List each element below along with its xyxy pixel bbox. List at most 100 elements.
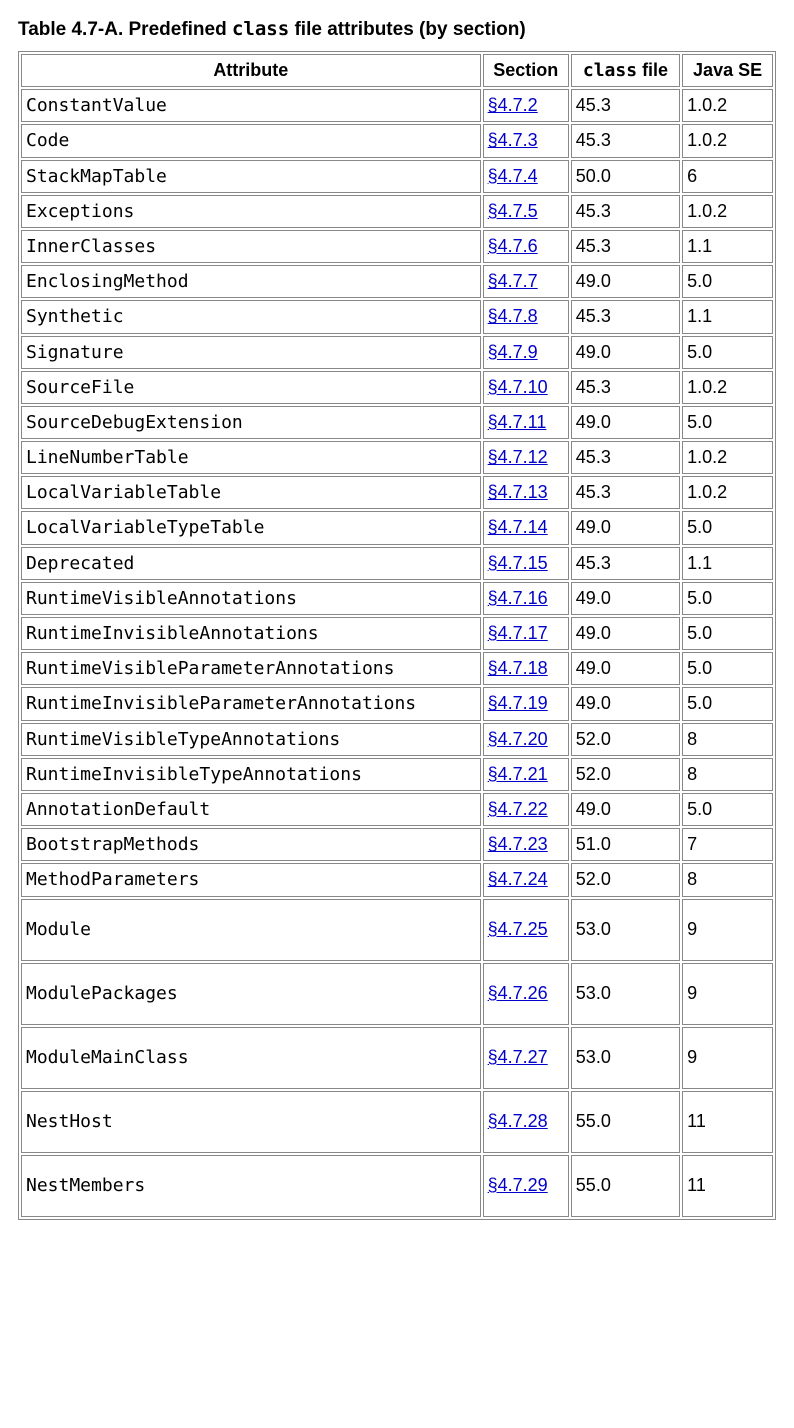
javase-cell: 8 [682,758,773,791]
section-cell: §4.7.28 [483,1091,569,1153]
javase-cell: 5.0 [682,793,773,826]
table-row: SourceDebugExtension§4.7.1149.05.0 [21,406,773,439]
section-link[interactable]: §4.7.3 [488,130,538,150]
section-link[interactable]: §4.7.11 [488,412,547,432]
section-cell: §4.7.24 [483,863,569,896]
section-link[interactable]: §4.7.18 [488,658,548,678]
javase-cell: 11 [682,1155,773,1217]
section-link[interactable]: §4.7.12 [488,447,548,467]
classfile-cell: 49.0 [571,406,680,439]
attribute-cell: LocalVariableTable [21,476,481,509]
section-link[interactable]: §4.7.29 [488,1175,548,1195]
javase-cell: 1.0.2 [682,476,773,509]
table-row: StackMapTable§4.7.450.06 [21,160,773,193]
classfile-cell: 45.3 [571,300,680,333]
classfile-cell: 53.0 [571,963,680,1025]
section-cell: §4.7.7 [483,265,569,298]
classfile-cell: 51.0 [571,828,680,861]
section-link[interactable]: §4.7.17 [488,623,548,643]
section-cell: §4.7.11 [483,406,569,439]
classfile-cell: 45.3 [571,547,680,580]
attribute-cell: Synthetic [21,300,481,333]
section-link[interactable]: §4.7.10 [488,377,548,397]
attribute-cell: NestHost [21,1091,481,1153]
table-row: ModuleMainClass§4.7.2753.09 [21,1027,773,1089]
table-row: RuntimeVisibleAnnotations§4.7.1649.05.0 [21,582,773,615]
section-cell: §4.7.15 [483,547,569,580]
section-link[interactable]: §4.7.22 [488,799,548,819]
section-link[interactable]: §4.7.24 [488,869,548,889]
javase-cell: 1.0.2 [682,441,773,474]
table-row: EnclosingMethod§4.7.749.05.0 [21,265,773,298]
table-row: Code§4.7.345.31.0.2 [21,124,773,157]
classfile-cell: 52.0 [571,758,680,791]
classfile-cell: 49.0 [571,582,680,615]
javase-cell: 9 [682,963,773,1025]
section-link[interactable]: §4.7.4 [488,166,538,186]
classfile-cell: 45.3 [571,441,680,474]
section-cell: §4.7.12 [483,441,569,474]
col-section: Section [483,54,569,87]
classfile-cell: 55.0 [571,1155,680,1217]
table-row: Deprecated §4.7.15 45.31.1 [21,547,773,580]
section-link[interactable]: §4.7.16 [488,588,548,608]
section-link[interactable]: §4.7.21 [488,764,548,784]
attribute-cell: ConstantValue [21,89,481,122]
attribute-cell: Signature [21,336,481,369]
table-row: AnnotationDefault§4.7.2249.05.0 [21,793,773,826]
javase-cell: 9 [682,1027,773,1089]
table-row: RuntimeVisibleParameterAnnotations§4.7.1… [21,652,773,685]
section-link[interactable]: §4.7.23 [488,834,548,854]
attribute-cell: RuntimeInvisibleParameterAnnotations [21,687,481,720]
attribute-cell: SourceDebugExtension [21,406,481,439]
section-link[interactable]: §4.7.19 [488,693,548,713]
table-row: SourceFile§4.7.1045.31.0.2 [21,371,773,404]
section-link[interactable]: §4.7.8 [488,306,538,326]
section-cell: §4.7.27 [483,1027,569,1089]
attribute-cell: RuntimeVisibleTypeAnnotations [21,723,481,756]
section-link[interactable]: §4.7.5 [488,201,538,221]
section-link[interactable]: §4.7.6 [488,236,538,256]
section-link[interactable]: §4.7.14 [488,517,548,537]
javase-cell: 1.1 [682,547,773,580]
javase-cell: 11 [682,1091,773,1153]
classfile-cell: 52.0 [571,863,680,896]
section-cell: §4.7.18 [483,652,569,685]
attribute-cell: Module [21,899,481,961]
javase-cell: 1.0.2 [682,89,773,122]
section-link[interactable]: §4.7.15 [488,553,548,573]
section-link[interactable]: §4.7.20 [488,729,548,749]
section-link[interactable]: §4.7.28 [488,1111,548,1131]
javase-cell: 5.0 [682,336,773,369]
section-link[interactable]: §4.7.2 [488,95,538,115]
caption-code: class [232,18,289,40]
classfile-cell: 53.0 [571,1027,680,1089]
section-link[interactable]: §4.7.7 [488,271,538,291]
section-link[interactable]: §4.7.13 [488,482,548,502]
attribute-cell: EnclosingMethod [21,265,481,298]
section-link[interactable]: §4.7.27 [488,1047,548,1067]
attribute-cell: BootstrapMethods [21,828,481,861]
javase-cell: 5.0 [682,582,773,615]
attribute-cell: LineNumberTable [21,441,481,474]
section-cell: §4.7.19 [483,687,569,720]
javase-cell: 1.0.2 [682,195,773,228]
section-link[interactable]: §4.7.25 [488,919,548,939]
table-caption: Table 4.7-A. Predefined class file attri… [18,18,776,41]
section-cell: §4.7.20 [483,723,569,756]
col-javase: Java SE [682,54,773,87]
col-attribute: Attribute [21,54,481,87]
table-header-row: Attribute Section class file Java SE [21,54,773,87]
javase-cell: 5.0 [682,652,773,685]
table-row: Module§4.7.2553.09 [21,899,773,961]
section-cell: §4.7.5 [483,195,569,228]
javase-cell: 1.1 [682,230,773,263]
section-cell: §4.7.9 [483,336,569,369]
attributes-table: Attribute Section class file Java SE Con… [18,51,776,1220]
section-link[interactable]: §4.7.26 [488,983,548,1003]
section-cell: §4.7.16 [483,582,569,615]
attribute-cell: Deprecated [21,547,481,580]
section-cell: §4.7.17 [483,617,569,650]
table-row: RuntimeVisibleTypeAnnotations§4.7.2052.0… [21,723,773,756]
section-link[interactable]: §4.7.9 [488,342,538,362]
